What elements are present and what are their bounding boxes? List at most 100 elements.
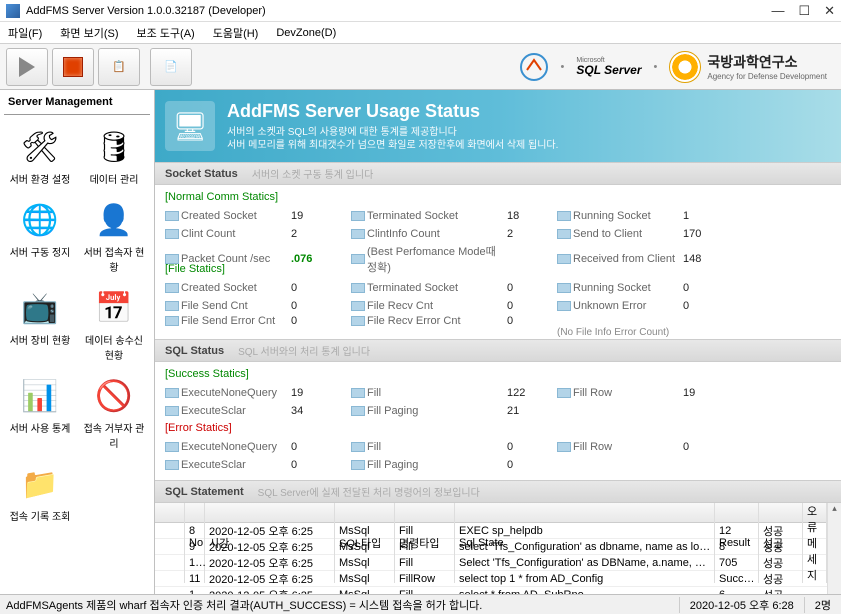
stat-value: 0 <box>507 459 557 471</box>
sql-stmt-bar: SQL Statement SQL Server에 실제 전달된 처리 명령어의… <box>155 480 841 503</box>
cell-state: select * from AD_SubRno <box>455 589 715 595</box>
table-row[interactable]: 112020-12-05 오후 6:25MsSqlFillRowselect t… <box>155 571 827 587</box>
sidebar-item-label: 데이터 관리 <box>90 171 139 186</box>
cell-time: 2020-12-05 오후 6:25 <box>205 571 335 587</box>
stat-value: 0 <box>291 315 351 327</box>
sql-label: SQL Server <box>576 64 641 76</box>
stat-icon <box>351 229 365 239</box>
stat-value: 0 <box>683 441 743 453</box>
stat-label: Fill <box>367 387 507 399</box>
cell-no: 12 <box>185 589 205 595</box>
report-button[interactable]: 📄 <box>150 48 192 86</box>
table-scrollbar[interactable]: ▴ ▾ <box>827 503 841 594</box>
col-err[interactable]: 오류메세지 <box>803 503 827 583</box>
cell-success: 성공 <box>759 539 803 555</box>
stat-label: Created Socket <box>181 210 291 222</box>
cell-cmdtype: Fill <box>395 589 455 595</box>
header-banner: 🖥 AddFMS Server Usage Status 서버의 소켓과 SQL… <box>155 90 841 162</box>
cell-result: 705 <box>715 557 759 569</box>
play-button[interactable] <box>6 48 48 86</box>
stat-label: File Recv Cnt <box>367 300 507 312</box>
sidebar-item-label: 서버 환경 설정 <box>10 171 71 186</box>
stat-row: Clint Count2ClintInfo Count2Send to Clie… <box>165 225 831 243</box>
cell-state: select 'Tfs_Configuration' as dbname, na… <box>455 541 715 553</box>
cell-no: 10 <box>185 557 205 569</box>
stat-label: ClintInfo Count <box>367 228 507 240</box>
table-row[interactable]: 122020-12-05 오후 6:25MsSqlFillselect * fr… <box>155 587 827 594</box>
stat-label: Fill Paging <box>367 405 507 417</box>
close-button[interactable]: ✕ <box>824 3 835 19</box>
stat-value: 0 <box>683 300 743 312</box>
cell-sqltype: MsSql <box>335 589 395 595</box>
cell-cmdtype: Fill <box>395 525 455 537</box>
sidebar-item-5[interactable]: 📅데이터 송수신 현황 <box>78 282 150 366</box>
sidebar-item-1[interactable]: 🛢데이터 관리 <box>78 121 150 190</box>
stat-row: Created Socket19Terminated Socket18Runni… <box>165 207 831 225</box>
cell-time: 2020-12-05 오후 6:25 <box>205 523 335 539</box>
stat-label: ExecuteSclar <box>181 459 291 471</box>
stat-icon <box>165 460 179 470</box>
cell-result: 12 <box>715 525 759 537</box>
menu-devzone[interactable]: DevZone(D) <box>276 27 336 39</box>
sidebar-item-6[interactable]: 📊서버 사용 통계 <box>4 370 76 454</box>
sidebar-item-label: 데이터 송수신 현황 <box>80 332 148 362</box>
sidebar-item-label: 서버 접속자 현황 <box>80 244 148 274</box>
status-bar: AddFMSAgents 제품의 wharf 접속자 인증 처리 결과(AUTH… <box>0 594 841 614</box>
cell-time: 2020-12-05 오후 6:25 <box>205 587 335 595</box>
cell-result: 8 <box>715 541 759 553</box>
cell-state: EXEC sp_helpdb <box>455 525 715 537</box>
stat-icon <box>557 283 571 293</box>
sidebar-item-4[interactable]: 📺서버 장비 현황 <box>4 282 76 366</box>
menu-tools[interactable]: 보조 도구(A) <box>137 25 195 41</box>
menu-help[interactable]: 도움말(H) <box>213 25 259 41</box>
stat-label: Created Socket <box>181 282 291 294</box>
stat-row: ExecuteSclar0Fill Paging0 <box>165 456 831 474</box>
sql-section-bar: SQL Status SQL 서버와의 처리 통계 입니다 <box>155 339 841 362</box>
sidebar-item-label: 접속 기록 조회 <box>10 508 71 523</box>
stat-label: ExecuteSclar <box>181 405 291 417</box>
minimize-button[interactable]: — <box>771 3 784 19</box>
stat-label: Unknown Error <box>573 300 683 312</box>
sidebar-item-7[interactable]: 🚫접속 거부자 관리 <box>78 370 150 454</box>
stat-label: Send to Client <box>573 228 683 240</box>
menu-file[interactable]: 파일(F) <box>8 25 42 41</box>
agency-name-en: Agency for Defense Development <box>707 72 827 81</box>
stat-icon <box>165 229 179 239</box>
stat-icon <box>351 283 365 293</box>
sql-stats: [Success Statics] ExecuteNoneQuery19Fill… <box>155 362 841 480</box>
menu-view[interactable]: 화면 보기(S) <box>60 25 118 41</box>
stat-value: 34 <box>291 405 351 417</box>
sql-stmt-sub: SQL Server에 실제 전달된 처리 명령어의 정보입니다 <box>258 484 480 499</box>
header-sub2: 서버 메모리를 위해 최대갯수가 넘으면 화일로 저장한후에 화면에서 삭제 됩… <box>227 139 558 152</box>
sidebar-item-0[interactable]: 🛠서버 환경 설정 <box>4 121 76 190</box>
sidebar-item-2[interactable]: 🌐서버 구동 정지 <box>4 194 76 278</box>
sidebar-title: Server Management <box>4 94 150 115</box>
agency-logo: 국방과학연구소 Agency for Defense Development <box>669 51 827 83</box>
stat-icon <box>351 211 365 221</box>
sidebar-item-3[interactable]: 👤서버 접속자 현황 <box>78 194 150 278</box>
maximize-button[interactable]: ☐ <box>798 3 810 19</box>
stat-value: 122 <box>507 387 557 399</box>
stat-icon <box>557 301 571 311</box>
stat-icon <box>165 388 179 398</box>
stat-label: Clint Count <box>181 228 291 240</box>
stat-value: .076 <box>291 253 351 265</box>
stat-value: 2 <box>507 228 557 240</box>
scroll-up-icon[interactable]: ▴ <box>832 503 837 514</box>
clipboard-button[interactable]: 📋 <box>98 48 140 86</box>
sidebar-item-8[interactable]: 📁접속 기록 조회 <box>4 458 76 527</box>
header-title: AddFMS Server Usage Status <box>227 101 558 122</box>
no-file-note: (No File Info Error Count) <box>557 327 743 338</box>
cell-success: 성공 <box>759 555 803 571</box>
stat-value: 0 <box>507 441 557 453</box>
stat-value: 0 <box>291 441 351 453</box>
sidebar-icon: 🌐 <box>18 198 62 242</box>
sql-statement-table: No 시간 SQL타입 명령타입 Sql State Result 성공 오류메… <box>155 503 841 594</box>
status-message: AddFMSAgents 제품의 wharf 접속자 인증 처리 결과(AUTH… <box>0 597 679 613</box>
cell-sqltype: MsSql <box>335 557 395 569</box>
socket-stats: [Normal Comm Statics] Created Socket19Te… <box>155 185 841 339</box>
stop-button[interactable] <box>52 48 94 86</box>
sql-status-label: SQL Status <box>165 345 224 357</box>
cell-result: 6 <box>715 589 759 595</box>
sidebar-icon: 🚫 <box>92 374 136 418</box>
